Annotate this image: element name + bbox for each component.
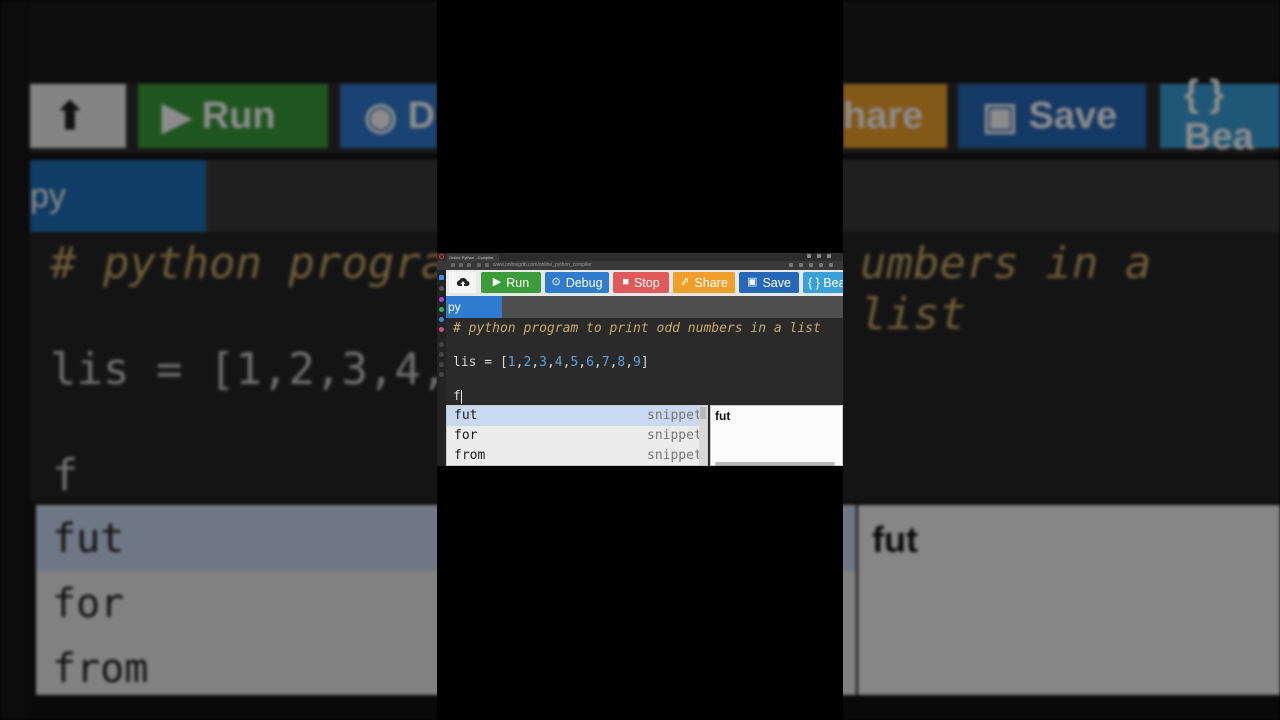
history-icon[interactable]: [439, 342, 444, 347]
number-literal: 6: [586, 355, 594, 370]
run-button[interactable]: ▶ Run: [481, 272, 541, 293]
bg-share-button: hare: [843, 84, 947, 148]
messenger-icon[interactable]: [439, 297, 444, 302]
bg-beautify-button: { } Bea: [1160, 73, 1280, 158]
comment-line: # python program to print odd numbers in…: [453, 321, 821, 336]
debug-icon: ⊙: [551, 276, 561, 288]
address-bar[interactable]: www.onlinegdb.com/online_python_compiler: [437, 261, 843, 270]
beautify-button[interactable]: { } Bea: [803, 272, 843, 293]
operator: =: [476, 355, 500, 370]
autocomplete-list: fut snippet for snippet from snippet: [446, 405, 708, 466]
typed-text: f: [453, 389, 461, 404]
toolbar: ▶ Run ⊙ Debug ■ Stop ⇗ Share ▣ Save { } Bea: [446, 270, 843, 296]
upload-button[interactable]: [449, 272, 476, 293]
save-icon: ▣: [747, 276, 758, 288]
stop-icon: ■: [622, 276, 629, 288]
number-literal: 1: [507, 355, 516, 370]
extension-icon[interactable]: [819, 263, 823, 267]
code-line-lis: lis = [1,2,3,4,5,6,7,8,9]: [453, 355, 649, 370]
bg-file-tab: py: [30, 160, 206, 232]
telegram-icon[interactable]: [439, 317, 444, 322]
instagram-icon[interactable]: [439, 327, 444, 332]
number-literal: 4: [554, 355, 563, 370]
cloud-upload-icon: [456, 277, 469, 288]
number-literal: 9: [633, 355, 641, 370]
autocomplete-scrollbar[interactable]: [699, 406, 707, 465]
player-icon[interactable]: [439, 352, 444, 357]
minimize-icon[interactable]: [807, 254, 811, 258]
bg-comment-left: # python progra: [50, 238, 448, 289]
speed-dial-icon[interactable]: [439, 275, 444, 280]
maximize-icon[interactable]: [817, 254, 821, 258]
settings-icon[interactable]: [439, 372, 444, 377]
autocomplete-item[interactable]: fut snippet: [447, 406, 707, 426]
code-line-typing: f: [453, 389, 462, 404]
autocomplete-item[interactable]: for snippet: [447, 426, 707, 446]
bg-save-button: ▣ Save: [958, 84, 1146, 148]
bg-browser-sidebar: [0, 0, 30, 720]
doc-text: [715, 462, 835, 466]
bg-typed: f: [52, 450, 79, 501]
number-literal: 3: [539, 355, 547, 370]
screen-capture: Online Python - Compiler www.onlinegdb.c…: [437, 253, 843, 466]
forward-icon[interactable]: [459, 263, 463, 267]
file-tab-bar: py: [446, 296, 843, 318]
url-text[interactable]: www.onlinegdb.com/online_python_compiler: [493, 262, 592, 269]
bracket: ]: [640, 355, 649, 370]
extension-icon[interactable]: [809, 263, 813, 267]
bg-upload-button: ⬆: [30, 84, 126, 148]
bg-debug-button: ◉ D: [340, 84, 437, 148]
save-button[interactable]: ▣ Save: [739, 272, 799, 293]
bracket: [: [499, 355, 508, 370]
browser-sidebar: [437, 270, 446, 466]
downloads-icon[interactable]: [439, 362, 444, 367]
number-literal: 7: [601, 355, 610, 370]
bg-lis-line: lis = [1,2,3,4,: [50, 344, 448, 395]
reload-icon[interactable]: [467, 263, 471, 267]
back-icon[interactable]: [451, 263, 455, 267]
tab-main-py[interactable]: py: [446, 296, 502, 318]
bookmarks-icon[interactable]: [439, 286, 444, 291]
menu-icon[interactable]: [829, 263, 833, 267]
close-icon[interactable]: [827, 254, 831, 258]
play-icon: ▶: [492, 276, 502, 288]
stop-button[interactable]: ■ Stop: [613, 272, 669, 293]
video-frame: Online Python - Compiler www.onlinegdb.c…: [437, 0, 843, 720]
autocomplete-item[interactable]: from snippet: [447, 446, 707, 466]
text-cursor: [460, 389, 462, 404]
identifier: lis: [453, 355, 477, 370]
home-icon[interactable]: [477, 263, 481, 267]
browser-tab[interactable]: Online Python - Compiler: [447, 254, 499, 261]
bg-doc-title: fut: [872, 519, 918, 560]
opera-logo-icon: [439, 254, 444, 259]
bg-run-button: ▶ Run: [138, 84, 328, 148]
extension-icon[interactable]: [789, 263, 793, 267]
whatsapp-icon[interactable]: [439, 307, 444, 312]
autocomplete-doc-popup: fut: [710, 405, 843, 466]
debug-button[interactable]: ⊙ Debug: [545, 272, 609, 293]
bg-comment-right: umbers in a list: [860, 238, 1152, 340]
extension-icon[interactable]: [799, 263, 803, 267]
lock-icon: [485, 263, 489, 267]
share-icon: ⇗: [680, 276, 690, 288]
share-button[interactable]: ⇗ Share: [673, 272, 735, 293]
doc-title: fut: [715, 409, 731, 423]
browser-tab-strip: Online Python - Compiler: [437, 253, 843, 261]
bg-doc-popup: fut: [858, 505, 1280, 695]
